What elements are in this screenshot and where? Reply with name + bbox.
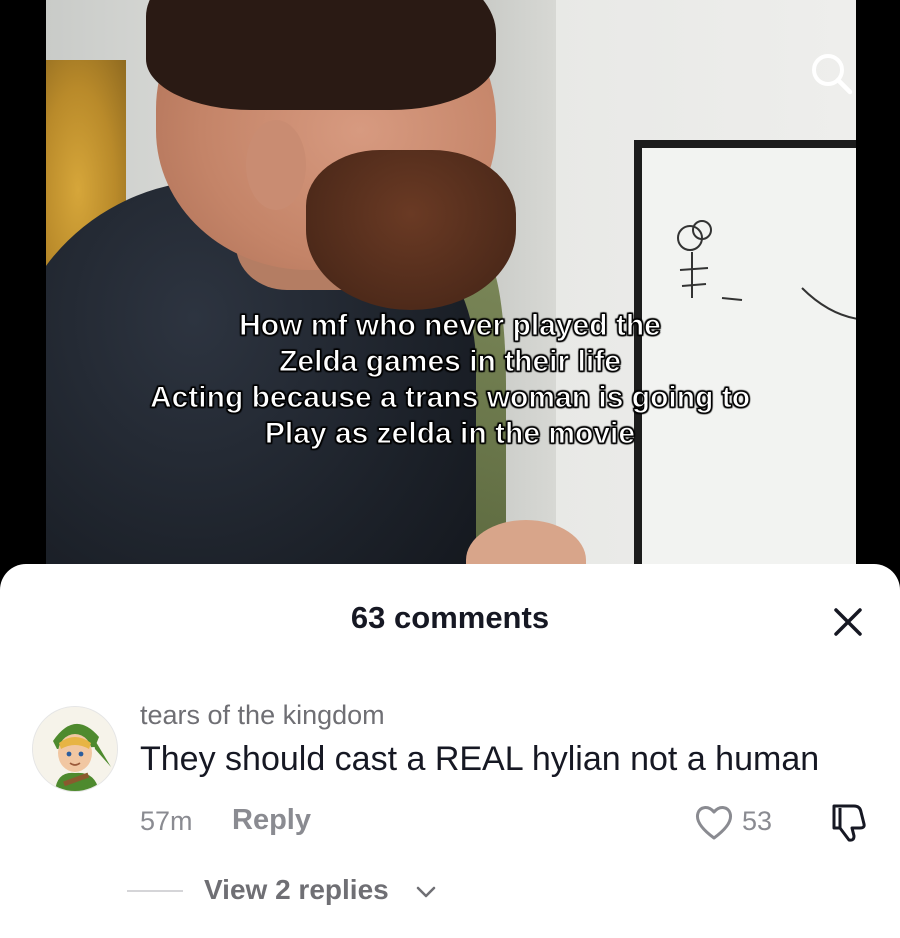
caption-line: Acting because a trans woman is going to	[149, 381, 751, 415]
person-beard	[306, 150, 516, 310]
thumbs-down-icon	[832, 804, 866, 842]
video-caption: How mf who never played the Zelda games …	[0, 308, 900, 452]
video-player[interactable]: How mf who never played the Zelda games …	[0, 0, 900, 600]
reply-button[interactable]: Reply	[232, 804, 311, 837]
replies-divider	[127, 890, 183, 892]
heart-icon	[695, 806, 733, 840]
video-frame	[46, 0, 856, 600]
search-button[interactable]	[806, 48, 858, 100]
like-button[interactable]	[693, 802, 735, 842]
dislike-button[interactable]	[826, 800, 870, 844]
caption-line: Zelda games in their life	[279, 345, 622, 379]
chevron-down-icon[interactable]	[414, 882, 438, 902]
comments-sheet: 63 comments tears of the kingdom They sh…	[0, 564, 900, 938]
caption-line: How mf who never played the	[239, 309, 662, 343]
person-ear	[246, 120, 306, 210]
comments-count-title: 63 comments	[350, 600, 550, 635]
comment-text: They should cast a REAL hylian not a hum…	[140, 740, 820, 778]
caption-line: Play as zelda in the movie	[264, 417, 636, 451]
close-icon	[834, 608, 862, 636]
close-button[interactable]	[828, 602, 868, 642]
avatar[interactable]	[32, 706, 118, 792]
comment-username[interactable]: tears of the kingdom	[140, 700, 385, 731]
like-count: 53	[742, 806, 773, 836]
link-character-avatar-icon	[33, 707, 117, 791]
person-hair	[146, 0, 496, 110]
search-icon	[812, 54, 853, 95]
view-replies-button[interactable]: View 2 replies	[204, 874, 389, 906]
comment-timestamp: 57m	[140, 806, 193, 836]
